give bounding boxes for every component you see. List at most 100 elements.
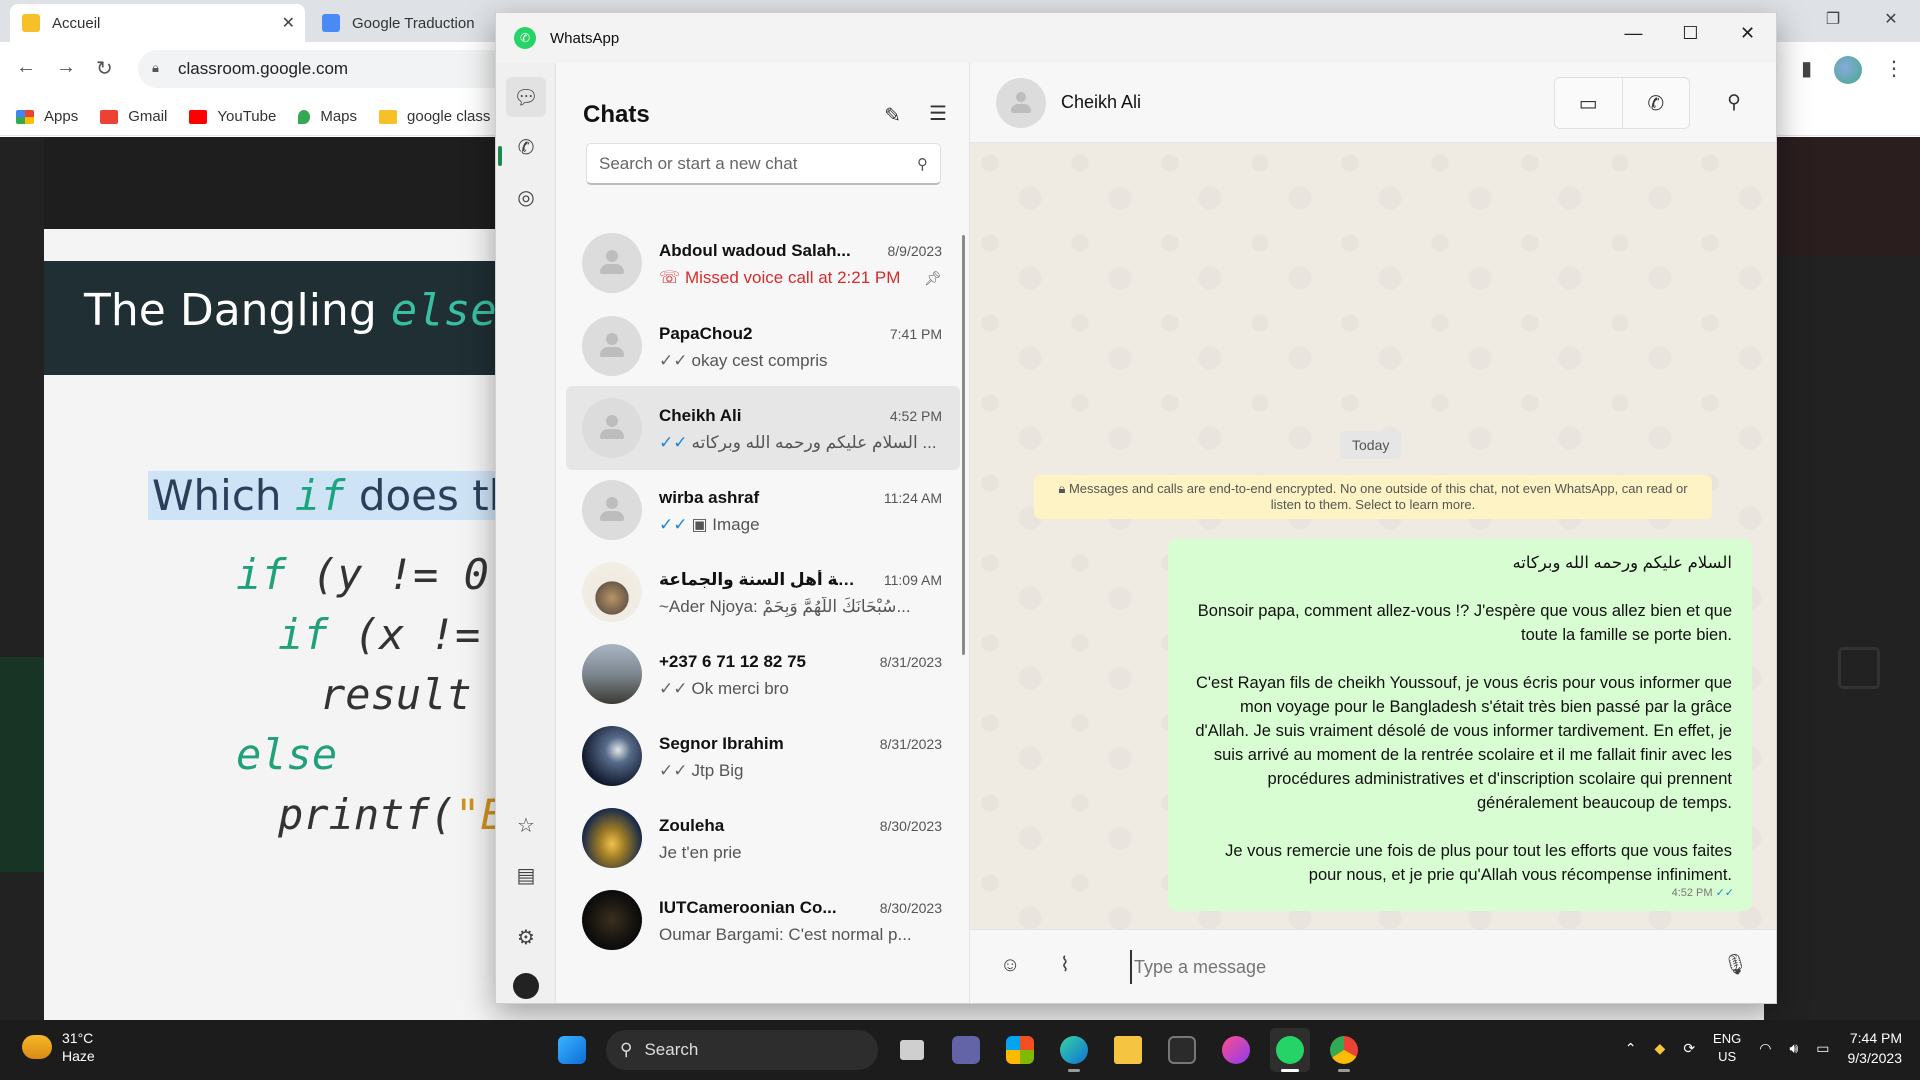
chats-nav-icon[interactable]: 💬︎ bbox=[506, 77, 546, 117]
bookmark-youtube[interactable]: YouTube bbox=[189, 108, 276, 125]
encryption-notice[interactable]: 🔒︎ Messages and calls are end-to-end enc… bbox=[1034, 475, 1712, 519]
chrome-button[interactable] bbox=[1324, 1028, 1364, 1072]
navigation-rail: 💬︎ ✆ ◎ ☆ ▤ ⚙ bbox=[496, 63, 556, 1003]
tab-google-traduction[interactable]: Google Traduction bbox=[310, 4, 500, 42]
clock[interactable]: 7:44 PM 9/3/2023 bbox=[1848, 1028, 1903, 1068]
chat-time: 8/31/2023 bbox=[879, 736, 942, 752]
store-button[interactable] bbox=[1000, 1028, 1040, 1072]
maximize-icon[interactable]: ☐ bbox=[1662, 13, 1719, 53]
voice-call-icon[interactable]: ✆ bbox=[1621, 78, 1690, 128]
task-view-button[interactable] bbox=[892, 1028, 932, 1072]
chat-item-zouleha[interactable]: Zouleha 8/30/2023 Je t'en prie bbox=[566, 796, 960, 880]
start-button[interactable] bbox=[552, 1028, 592, 1072]
forward-icon[interactable]: → bbox=[56, 56, 76, 79]
code-text: (x != bbox=[328, 610, 506, 659]
menu-icon[interactable]: ⋮ bbox=[1884, 56, 1904, 84]
profile-avatar[interactable] bbox=[506, 966, 546, 1006]
wifi-icon[interactable]: ◠ bbox=[1759, 1040, 1771, 1057]
bookmark-google-classroom[interactable]: google class bbox=[379, 108, 490, 125]
app-w-button[interactable] bbox=[1216, 1028, 1256, 1072]
chat-item-group-sunnah[interactable]: محبة أهل السنة والجماعة 11:09 AM ~Ader N… bbox=[566, 550, 960, 634]
system-tray: ⌃ ◆ ⟳ ENG US ◠ 🔊︎ ▭ 7:44 PM 9/3/2023 bbox=[1625, 1028, 1902, 1068]
starred-icon[interactable]: ☆ bbox=[506, 805, 546, 845]
tray-app-icon[interactable]: ◆ bbox=[1655, 1040, 1666, 1057]
message-area[interactable]: Today 🔒︎ Messages and calls are end-to-e… bbox=[970, 143, 1776, 929]
code-text: printf( bbox=[278, 790, 456, 839]
calls-nav-icon[interactable]: ✆ bbox=[506, 127, 546, 167]
chat-preview: ~Ader Njoya: سُبْحَانَكَ اللَّهُمَّ وَبِ… bbox=[659, 597, 911, 616]
battery-icon[interactable]: ▭ bbox=[1816, 1040, 1829, 1057]
contact-avatar[interactable] bbox=[996, 78, 1046, 128]
code-keyword: else bbox=[236, 730, 338, 779]
chat-preview: ✓✓ okay cest compris bbox=[659, 351, 939, 371]
bookmark-label: Maps bbox=[320, 108, 358, 125]
status-nav-icon[interactable]: ◎ bbox=[506, 177, 546, 217]
chat-name: Segnor Ibrahim bbox=[659, 734, 784, 753]
chat-time: 8/30/2023 bbox=[879, 900, 942, 916]
edge-icon bbox=[1060, 1036, 1088, 1064]
call-buttons: ▭ ✆ bbox=[1554, 77, 1690, 129]
outgoing-message[interactable]: السلام عليكم ورحمه الله وبركاته Bonsoir … bbox=[1168, 539, 1752, 911]
microphone-icon[interactable]: 🎙︎ bbox=[1723, 952, 1748, 977]
attach-paperclip-icon[interactable]: ⌇ bbox=[1060, 952, 1070, 977]
close-icon[interactable]: ✕ bbox=[1862, 0, 1920, 40]
chat-preview: Oumar Bargami: C'est normal p... bbox=[659, 925, 912, 944]
language-indicator[interactable]: ENG US bbox=[1713, 1030, 1741, 1066]
teams-button[interactable] bbox=[946, 1028, 986, 1072]
reload-icon[interactable]: ↻ bbox=[96, 56, 113, 81]
tab-accueil[interactable]: Accueil ✕ bbox=[10, 4, 305, 42]
volume-icon[interactable]: 🔊︎ bbox=[1789, 1040, 1798, 1057]
close-tab-icon[interactable]: ✕ bbox=[282, 13, 295, 33]
message-input[interactable] bbox=[1130, 950, 1690, 984]
chat-list-scrollbar[interactable] bbox=[962, 235, 965, 655]
bookmark-maps[interactable]: Maps bbox=[298, 108, 357, 125]
whatsapp-window-controls: — ☐ ✕ bbox=[1605, 13, 1776, 53]
avatar bbox=[582, 808, 642, 868]
question-text: does th bbox=[345, 471, 516, 520]
minimize-icon[interactable]: — bbox=[1605, 13, 1662, 53]
code-text: (y != 0 bbox=[286, 550, 489, 599]
chat-item-segnor-ibrahim[interactable]: Segnor Ibrahim 8/31/2023 ✓✓ Jtp Big bbox=[566, 714, 960, 798]
whatsapp-taskbar-button[interactable] bbox=[1270, 1028, 1310, 1072]
archive-icon[interactable]: ▤ bbox=[506, 855, 546, 895]
chat-item-cheikh-ali[interactable]: Cheikh Ali 4:52 PM ✓✓ السلام عليكم ورحمه … bbox=[566, 386, 960, 470]
back-icon[interactable]: ← bbox=[16, 56, 36, 79]
contact-name[interactable]: Cheikh Ali bbox=[1061, 92, 1141, 113]
chat-search-input[interactable]: Search or start a new chat ⚲ bbox=[586, 143, 941, 185]
code-line-5: printf("E bbox=[278, 790, 506, 839]
edge-button[interactable] bbox=[1054, 1028, 1094, 1072]
new-chat-icon[interactable]: ✎ bbox=[884, 103, 901, 128]
weather-widget[interactable]: 31°C Haze bbox=[22, 1029, 95, 1065]
filter-icon[interactable]: ☰ bbox=[929, 101, 947, 126]
question-text: Which bbox=[152, 471, 295, 520]
chevron-up-icon[interactable]: ⌃ bbox=[1625, 1040, 1637, 1057]
video-call-icon[interactable]: ▭ bbox=[1555, 78, 1622, 128]
search-icon[interactable]: ⚲ bbox=[1727, 91, 1741, 114]
avatar bbox=[582, 316, 642, 376]
windows-taskbar: 31°C Haze ⚲ Search ⌃ ◆ ⟳ ENG US ◠ 🔊︎ ▭ 7:… bbox=[0, 1020, 1920, 1080]
chat-item-wirba-ashraf[interactable]: wirba ashraf 11:24 AM ✓✓ ▣ Image bbox=[566, 468, 960, 552]
clock-time: 7:44 PM bbox=[1849, 1030, 1902, 1046]
chat-name: IUTCameroonian Co... bbox=[659, 898, 837, 917]
chat-item-papachou2[interactable]: PapaChou2 7:41 PM ✓✓ okay cest compris bbox=[566, 304, 960, 388]
chat-time: 11:09 AM bbox=[883, 572, 942, 588]
chat-item-abdoul[interactable]: Abdoul wadoud Salah... 8/9/2023 ☏ Missed… bbox=[566, 221, 960, 305]
chat-item-phone-contact[interactable]: +237 6 71 12 82 75 8/31/2023 ✓✓ Ok merci … bbox=[566, 632, 960, 716]
taskbar-search[interactable]: ⚲ Search bbox=[606, 1030, 878, 1070]
active-indicator bbox=[1281, 1069, 1299, 1072]
bookmark-gmail[interactable]: Gmail bbox=[100, 108, 167, 125]
bookmark-apps[interactable]: Apps bbox=[16, 108, 78, 125]
terminal-button[interactable] bbox=[1162, 1028, 1202, 1072]
emoji-icon[interactable]: ☺ bbox=[1000, 954, 1020, 977]
assignment-icon[interactable] bbox=[1838, 647, 1880, 689]
file-explorer-button[interactable] bbox=[1108, 1028, 1148, 1072]
close-icon[interactable]: ✕ bbox=[1719, 13, 1776, 53]
settings-gear-icon[interactable]: ⚙ bbox=[506, 917, 546, 957]
sync-icon[interactable]: ⟳ bbox=[1683, 1040, 1695, 1057]
side-panel-icon[interactable]: ▮ bbox=[1801, 56, 1812, 84]
read-ticks-icon: ✓✓ bbox=[659, 515, 688, 534]
profile-avatar[interactable] bbox=[1834, 56, 1862, 84]
chat-item-iut-cameroonian[interactable]: IUTCameroonian Co... 8/30/2023 Oumar Bar… bbox=[566, 878, 960, 962]
left-background-strip bbox=[0, 657, 44, 872]
restore-icon[interactable]: ❐ bbox=[1804, 0, 1862, 40]
